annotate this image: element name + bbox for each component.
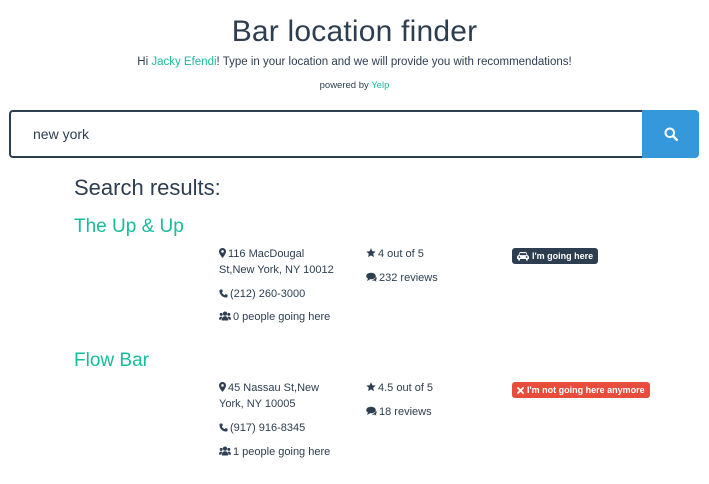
user-name-link[interactable]: Jacky Efendi xyxy=(151,56,216,68)
star-icon xyxy=(366,248,376,258)
map-marker-icon xyxy=(219,382,226,392)
bar-attendance: 0 people going here xyxy=(219,309,330,325)
phone-number: (212) 260-3000 xyxy=(230,288,306,300)
comments-icon xyxy=(366,406,377,416)
phone-icon xyxy=(219,423,228,432)
bar-name-link[interactable]: The Up & Up xyxy=(74,216,184,238)
car-icon xyxy=(517,251,529,260)
address-line-1: 116 MacDougal xyxy=(228,248,305,260)
search-results-heading: Search results: xyxy=(74,175,221,200)
going-here-label: I'm going here xyxy=(532,251,594,261)
rating-value: 4 out of 5 xyxy=(378,248,424,260)
search-icon xyxy=(664,127,678,141)
users-icon xyxy=(219,446,231,456)
bar-phone: (212) 260-3000 xyxy=(219,286,305,302)
people-going-count: 1 people going here xyxy=(233,446,331,458)
not-going-here-label: I'm not going here anymore xyxy=(527,385,645,395)
review-count: 18 reviews xyxy=(379,406,432,418)
yelp-link[interactable]: Yelp xyxy=(371,80,389,91)
bar-rating: 4 out of 5 xyxy=(366,246,424,262)
address-line-2: York, NY 10005 xyxy=(219,398,296,410)
search-bar xyxy=(9,110,699,158)
phone-number: (917) 916-8345 xyxy=(230,422,306,434)
bar-rating: 4.5 out of 5 xyxy=(366,380,433,396)
greeting-prefix: Hi xyxy=(137,56,152,68)
phone-icon xyxy=(219,289,228,298)
bar-address: 45 Nassau St,New York, NY 10005 xyxy=(219,380,349,412)
close-icon xyxy=(517,386,524,394)
address-line-1: 45 Nassau St,New xyxy=(228,382,320,394)
bar-name-link[interactable]: Flow Bar xyxy=(74,350,149,372)
users-icon xyxy=(219,311,231,321)
powered-prefix: powered by xyxy=(319,80,372,91)
rating-value: 4.5 out of 5 xyxy=(378,382,434,394)
address-line-2: St,New York, NY 10012 xyxy=(219,264,334,276)
map-marker-icon xyxy=(219,248,226,258)
people-going-count: 0 people going here xyxy=(233,311,331,323)
bar-reviews: 18 reviews xyxy=(366,404,432,420)
location-search-input[interactable] xyxy=(9,110,642,158)
going-here-button[interactable]: I'm going here xyxy=(512,248,599,264)
page-title: Bar location finder xyxy=(231,15,478,48)
review-count: 232 reviews xyxy=(379,272,438,284)
comments-icon xyxy=(366,272,377,282)
bar-attendance: 1 people going here xyxy=(219,444,330,460)
powered-by-text: powered by Yelp xyxy=(0,80,709,91)
bar-reviews: 232 reviews xyxy=(366,270,438,286)
search-button[interactable] xyxy=(642,110,699,158)
star-icon xyxy=(366,382,376,392)
greeting-text: Hi Jacky Efendi! Type in your location a… xyxy=(0,56,709,68)
bar-address: 116 MacDougal St,New York, NY 10012 xyxy=(219,246,349,278)
greeting-suffix: ! Type in your location and we will prov… xyxy=(216,56,572,68)
bar-phone: (917) 916-8345 xyxy=(219,420,305,436)
not-going-here-button[interactable]: I'm not going here anymore xyxy=(512,382,650,398)
